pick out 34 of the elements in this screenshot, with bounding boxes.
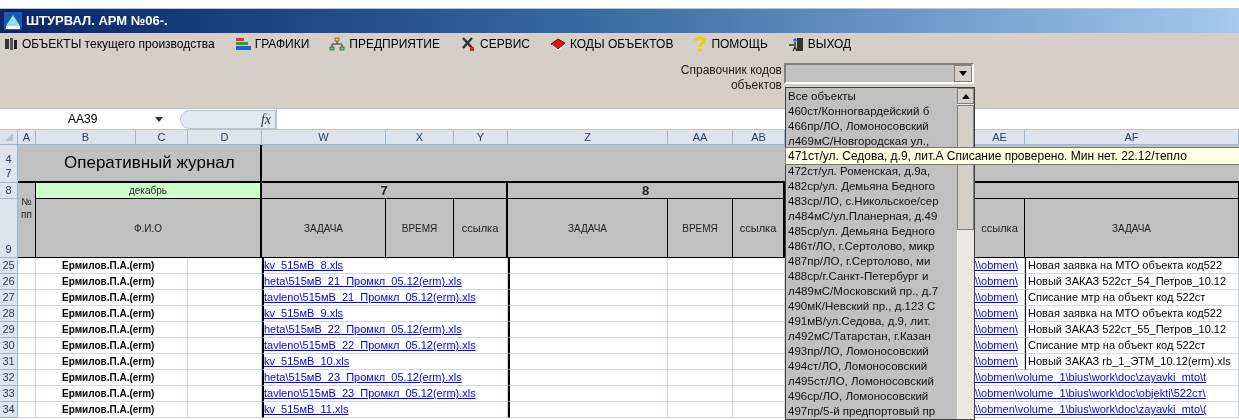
name-header: Ф.И.О [36, 199, 262, 258]
tooltip: 471ст/ул. Седова, д.9, лит.А Списание проверено. Мин нет. 22.12/тепло [785, 147, 1239, 165]
column-title: ЗАДАЧА [1025, 199, 1239, 258]
table-cell: Ермилов.П.А.(erm) [36, 354, 188, 370]
column-title: ссылка [975, 199, 1025, 258]
table-cell: Списание мтр на объект код 522ст [1025, 338, 1239, 354]
table-cell: Ермилов.П.А.(erm) [36, 306, 188, 322]
column-title: ВРЕМЯ [386, 199, 454, 258]
column-title: ЗАДАЧА [508, 199, 668, 258]
table-cell: Ермилов.П.А.(erm) [36, 274, 188, 290]
window-title: ШТУРВАЛ. АРМ №06-. [26, 12, 168, 31]
day-header: 8 [508, 183, 785, 199]
column-title: ВРЕМЯ [668, 199, 733, 258]
journal-title: Оперативный журнал [64, 152, 235, 175]
table-cell: Новый ЗАКАЗ 522ст_54_Петров_10.12 [1025, 274, 1239, 290]
table-cell: Списание мтр на объект код 522ст [1025, 290, 1239, 306]
table-cell: Ермилов.П.А.(erm) [36, 402, 188, 418]
table-cell: Ермилов.П.А.(erm) [36, 370, 188, 386]
month-header: декабрь [36, 183, 262, 199]
table-cell: Новая заявка на МТО объекта код522 [1025, 258, 1239, 274]
column-title: ссылка [733, 199, 785, 258]
table-cell: Новый ЗАКАЗ 522ст_55_Петров_10.12 [1025, 322, 1239, 338]
table-cell: Ермилов.П.А.(erm) [36, 290, 188, 306]
field-label: Справочник кодов объектов [679, 63, 782, 93]
table-cell: Ермилов.П.А.(erm) [36, 258, 188, 274]
table-cell: Новый ЗАКАЗ rb_1_ЭТМ_10.12(erm).xls [1025, 354, 1239, 370]
number-header: № пп [20, 195, 33, 221]
table-cell: Ермилов.П.А.(erm) [36, 322, 188, 338]
column-title: ЗАДАЧА [262, 199, 386, 258]
column-title: ссылка [454, 199, 508, 258]
table-cell: Ермилов.П.А.(erm) [36, 338, 188, 354]
table-cell: Ермилов.П.А.(erm) [36, 386, 188, 402]
table-cell: Новая заявка на МТО объекта код522 [1025, 306, 1239, 322]
day-header: 7 [262, 183, 508, 199]
